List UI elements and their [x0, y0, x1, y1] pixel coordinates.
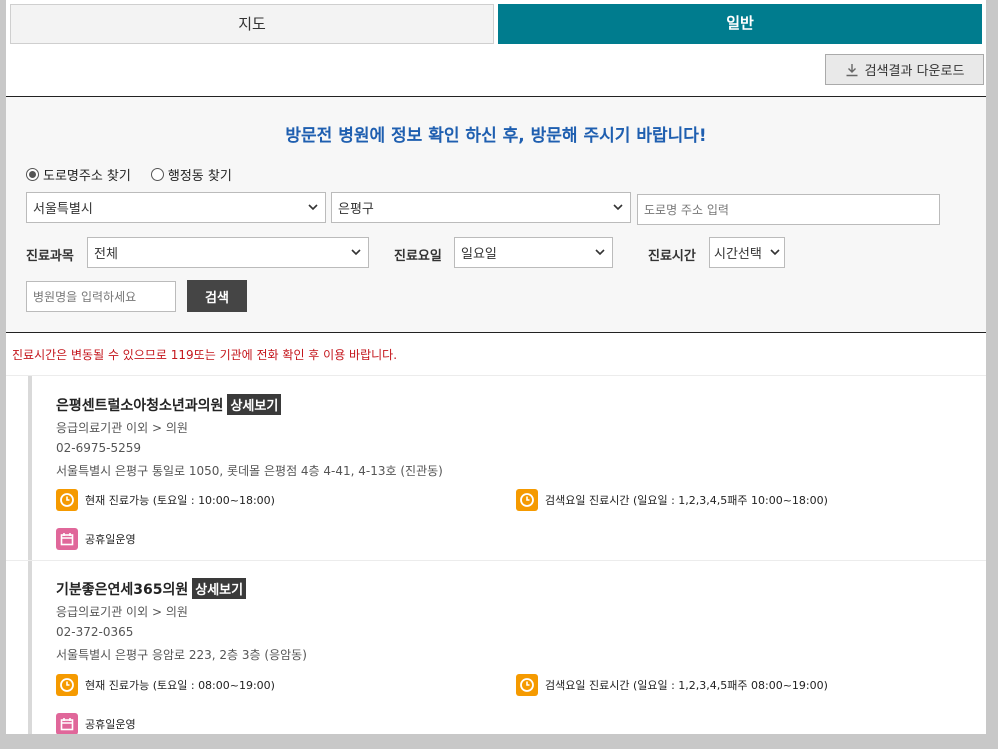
search-day-status: 검색요일 진료시간 (일요일 : 1,2,3,4,5패주 10:00~18:00…: [516, 489, 828, 511]
result-phone: 02-372-0365: [56, 625, 134, 639]
district-select[interactable]: 은평구: [331, 192, 631, 223]
day-select[interactable]: 일요일: [454, 237, 613, 268]
detail-button[interactable]: 상세보기: [192, 578, 247, 599]
tab-map[interactable]: 지도: [10, 4, 494, 44]
download-label: 검색결과 다운로드: [864, 64, 965, 79]
clock-icon: [56, 489, 78, 511]
holiday-status: 공휴일운영: [56, 528, 136, 550]
download-results-button[interactable]: 검색결과 다운로드: [825, 54, 984, 85]
holiday-text: 공휴일운영: [85, 718, 136, 731]
now-status: 현재 진료가능 (토요일 : 10:00~18:00): [56, 489, 275, 511]
chevron-down-icon: [595, 249, 605, 256]
radio-road-label: 도로명주소 찾기: [43, 169, 131, 184]
notice-text: 방문전 병원에 정보 확인 하신 후, 방문해 주시기 바랍니다!: [285, 126, 707, 146]
day-label: 진료요일: [394, 249, 442, 264]
result-category: 응급의료기관 이외 > 의원: [56, 421, 188, 435]
dept-label: 진료과목: [26, 249, 74, 264]
chevron-down-icon: [613, 204, 623, 211]
divider: [6, 332, 986, 333]
result-bar: [28, 376, 32, 560]
now-status-text: 현재 진료가능 (토요일 : 08:00~19:00): [85, 679, 275, 692]
day-value: 일요일: [461, 247, 497, 262]
clock-icon: [516, 489, 538, 511]
time-label: 진료시간: [648, 249, 696, 264]
radio-road-address[interactable]: 도로명주소 찾기: [26, 165, 131, 184]
radio-admin-dong[interactable]: 행정동 찾기: [150, 165, 232, 184]
chevron-down-icon: [308, 204, 318, 211]
result-name[interactable]: 기분좋은연세365의원 상세보기: [56, 578, 247, 599]
time-select[interactable]: 시간선택: [709, 237, 785, 268]
radio-unchecked-icon: [150, 168, 164, 181]
holiday-text: 공휴일운영: [85, 533, 136, 546]
detail-button[interactable]: 상세보기: [227, 394, 282, 415]
hospital-name-placeholder: 병원명을 입력하세요: [33, 290, 137, 304]
now-status: 현재 진료가능 (토요일 : 08:00~19:00): [56, 674, 275, 696]
result-address: 서울특별시 은평구 응암로 223, 2층 3층 (응암동): [56, 648, 307, 662]
result-phone: 02-6975-5259: [56, 441, 142, 455]
divider: [6, 560, 986, 561]
city-value: 서울특별시: [33, 202, 93, 217]
search-day-status-text: 검색요일 진료시간 (일요일 : 1,2,3,4,5패주 10:00~18:00…: [545, 494, 828, 507]
clock-icon: [56, 674, 78, 696]
road-address-input[interactable]: 도로명 주소 입력: [637, 194, 940, 225]
calendar-icon: [56, 528, 78, 550]
hospital-name-input[interactable]: 병원명을 입력하세요: [26, 281, 176, 312]
search-day-status: 검색요일 진료시간 (일요일 : 1,2,3,4,5패주 08:00~19:00…: [516, 674, 828, 696]
warning-text: 진료시간은 변동될 수 있으므로 119또는 기관에 전화 확인 후 이용 바랍…: [12, 348, 398, 362]
holiday-status: 공휴일운영: [56, 713, 136, 734]
chevron-down-icon: [351, 249, 361, 256]
dept-select[interactable]: 전체: [87, 237, 369, 268]
search-button[interactable]: 검색: [187, 280, 247, 312]
result-card: 은평센트럴소아청소년과의원 상세보기 응급의료기관 이외 > 의원 02-697…: [56, 394, 956, 554]
tab-general[interactable]: 일반: [498, 4, 982, 44]
address-type-radios: 도로명주소 찾기 행정동 찾기: [26, 165, 252, 184]
result-category: 응급의료기관 이외 > 의원: [56, 605, 188, 619]
main-panel: 지도 일반 검색결과 다운로드 방문전 병원에 정보 확인 하신 후, 방문해 …: [6, 0, 986, 734]
district-value: 은평구: [338, 202, 374, 217]
radio-checked-icon: [26, 168, 39, 181]
now-status-text: 현재 진료가능 (토요일 : 10:00~18:00): [85, 494, 275, 507]
time-value: 시간선택: [714, 247, 762, 262]
result-address: 서울특별시 은평구 통일로 1050, 롯데몰 은평점 4층 4-41, 4-1…: [56, 464, 443, 478]
divider: [6, 375, 986, 376]
dept-value: 전체: [94, 247, 118, 262]
search-day-status-text: 검색요일 진료시간 (일요일 : 1,2,3,4,5패주 08:00~19:00…: [545, 679, 828, 692]
result-card: 기분좋은연세365의원 상세보기 응급의료기관 이외 > 의원 02-372-0…: [56, 578, 956, 734]
chevron-down-icon: [770, 249, 780, 256]
radio-admin-label: 행정동 찾기: [167, 169, 232, 184]
city-select[interactable]: 서울특별시: [26, 192, 326, 223]
download-icon: [846, 63, 858, 76]
result-name[interactable]: 은평센트럴소아청소년과의원 상세보기: [56, 394, 282, 415]
result-bar: [28, 561, 32, 734]
calendar-icon: [56, 713, 78, 734]
hospital-name[interactable]: 은평센트럴소아청소년과의원: [56, 395, 223, 415]
clock-icon: [516, 674, 538, 696]
hospital-name[interactable]: 기분좋은연세365의원: [56, 579, 188, 599]
road-address-placeholder: 도로명 주소 입력: [644, 203, 729, 217]
